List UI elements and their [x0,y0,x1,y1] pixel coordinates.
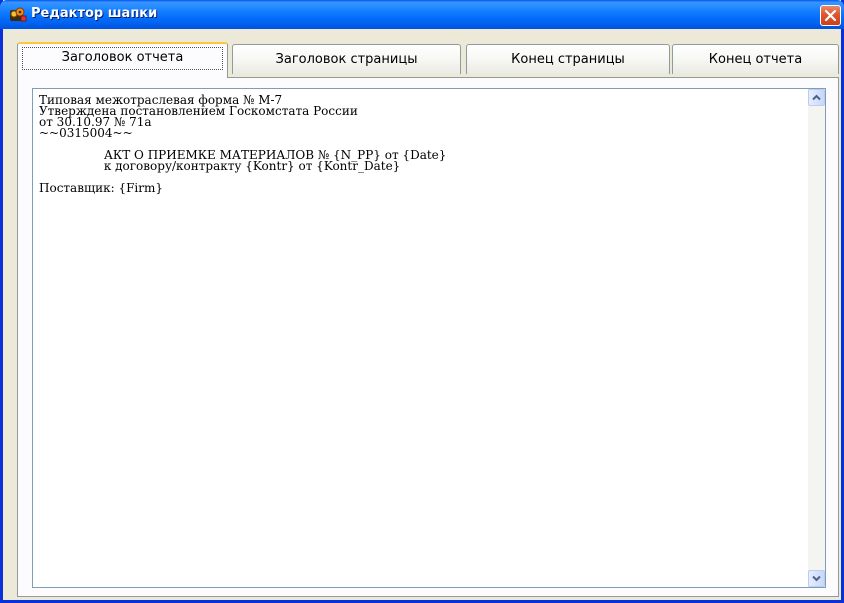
scroll-up-button[interactable] [808,89,825,106]
editor-text[interactable]: Типовая межотраслевая форма № М-7 Утверж… [39,94,446,194]
tab-label: Заголовок страницы [275,52,418,67]
scroll-down-icon [812,575,821,582]
tab-page-footer[interactable]: Конец страницы [466,44,670,74]
header-editor-window: Редактор шапки Заголовок отчета Заголово… [0,0,844,603]
reel-app-icon [9,6,27,23]
tab-strip: Заголовок отчета Заголовок страницы Коне… [17,42,839,78]
tab-page-header[interactable]: Заголовок страницы [232,44,461,74]
scroll-down-button[interactable] [808,570,825,587]
window-title: Редактор шапки [31,6,158,21]
tab-label: Заголовок отчета [61,50,184,65]
header-text-editor[interactable]: Типовая межотраслевая форма № М-7 Утверж… [32,88,826,588]
scroll-up-icon [812,94,821,101]
close-button[interactable] [820,5,841,26]
tab-label: Конец страницы [511,52,625,67]
vertical-scrollbar[interactable] [808,89,825,587]
tab-panel: Типовая межотраслевая форма № М-7 Утверж… [17,77,839,597]
title-bar[interactable]: Редактор шапки [0,0,844,29]
tab-label: Конец отчета [708,52,803,67]
tab-report-footer[interactable]: Конец отчета [672,44,839,74]
close-icon [824,9,837,22]
tab-report-header[interactable]: Заголовок отчета [17,42,228,78]
